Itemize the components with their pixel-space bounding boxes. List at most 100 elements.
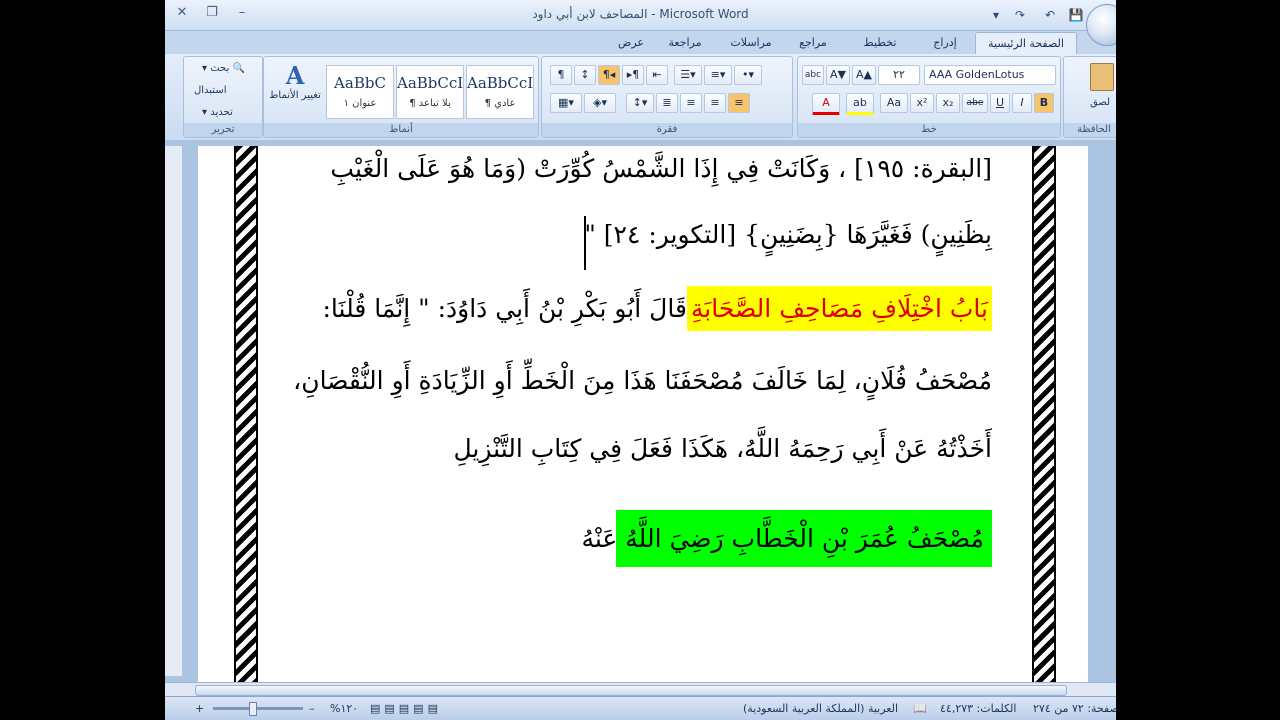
qat-dropdown-icon[interactable]: ▾ — [987, 6, 1005, 24]
style-heading1[interactable]: AaBbC عنوان ١ — [326, 65, 394, 119]
undo-icon[interactable]: ↶ — [1041, 6, 1059, 24]
style-no-spacing[interactable]: AaBbCcI ¶ بلا تباعد — [396, 65, 464, 119]
style-no-spacing-sample: AaBbCcI — [397, 74, 464, 92]
styles-group: A تغيير الأنماط AaBbC عنوان ١ AaBbCcI ¶ … — [263, 56, 539, 138]
zoom-level[interactable]: %١٢٠ — [330, 702, 358, 715]
paste-button[interactable]: لصق — [1090, 97, 1110, 108]
find-label: بحث — [210, 63, 230, 74]
borders-button[interactable]: ▦▾ — [550, 93, 582, 113]
change-case-button[interactable]: Aa — [880, 93, 908, 113]
justify-button[interactable]: ≣ — [656, 93, 678, 113]
word-count[interactable]: الكلمات: ٤٤,٢٧٣ — [940, 702, 1016, 715]
doc-line-4[interactable]: مُصْحَفُ فُلَانٍ، لِمَا خَالَفَ مُصْحَفَ… — [293, 366, 992, 395]
grow-font-button[interactable]: A▲ — [852, 65, 876, 85]
style-heading1-name: عنوان ١ — [343, 98, 377, 109]
horizontal-scroll-thumb[interactable] — [195, 685, 1067, 696]
change-styles-label: تغيير الأنماط — [269, 90, 321, 101]
tab-view[interactable]: عرض — [611, 32, 651, 54]
paste-icon[interactable] — [1090, 63, 1114, 91]
numbering-button[interactable]: ≡▾ — [704, 65, 732, 85]
font-color-button[interactable]: A — [812, 93, 840, 115]
font-group-label: خط — [798, 123, 1060, 137]
styles-group-label: أنماط — [264, 123, 538, 137]
word-window: ✕ ❐ – المصاحف لابن أبي داود - Microsoft … — [165, 0, 1116, 720]
highlight-button[interactable]: ab — [846, 93, 874, 115]
page-number[interactable]: صفحة: ٧٢ من ٢٧٤ — [1033, 702, 1116, 715]
style-heading1-sample: AaBbC — [334, 74, 386, 92]
font-group: AAA GoldenLotus ٢٢ A▲ A▼ abc B I U abe x… — [797, 56, 1061, 138]
editing-group: ▾ بحث 🔍 استبدال ▾ تحديد تحرير — [183, 56, 263, 138]
section-heading-highlight: مُصْحَفُ عُمَرَ بْنِ الْخَطَّابِ رَضِيَ … — [581, 510, 992, 567]
change-styles-icon: A — [285, 61, 305, 90]
replace-button[interactable]: استبدال — [194, 85, 227, 96]
rtl-button[interactable]: ¶◂ — [598, 65, 620, 85]
font-name-select[interactable]: AAA GoldenLotus — [924, 65, 1056, 85]
select-button[interactable]: ▾ تحديد — [202, 107, 233, 118]
clipboard-group-label: الحافظة — [1064, 123, 1116, 137]
doc-line-1[interactable]: [البقرة: ١٩٥] ، وَكَانَتْ فِي إِذَا الشَ… — [330, 154, 992, 183]
multilevel-list-button[interactable]: ☰▾ — [674, 65, 702, 85]
paragraph-group: ¶ ↕ ¶◂ ▸¶ ⇤ ☰▾ ≡▾ •▾ ▦▾ ◈▾ ↕▾ ≣ ≡ ≡ ≡ فق… — [541, 56, 793, 138]
doc-line-3[interactable]: بَابُ اخْتِلَافِ مَصَاحِفِ الصَّحَابَةِق… — [322, 286, 992, 331]
shrink-font-button[interactable]: A▼ — [826, 65, 850, 85]
save-icon[interactable]: 💾 — [1067, 6, 1085, 24]
select-label: تحديد — [210, 107, 233, 118]
document-page[interactable]: [البقرة: ١٩٥] ، وَكَانَتْ فِي إِذَا الشَ… — [198, 146, 1088, 686]
decrease-indent-button[interactable]: ⇤ — [646, 65, 668, 85]
zoom-slider[interactable] — [213, 707, 303, 710]
vertical-ruler — [165, 146, 183, 676]
zoom-slider-thumb[interactable] — [249, 702, 257, 716]
doc-line-2-text: بِظَنِينٍ) فَغَيَّرَهَا {بِضَنِينٍ} [الت… — [584, 220, 992, 249]
find-button[interactable]: ▾ بحث 🔍 — [202, 63, 245, 74]
ribbon: ▾ بحث 🔍 استبدال ▾ تحديد تحرير A تغيير ال… — [165, 54, 1116, 141]
text-cursor — [584, 216, 586, 270]
tab-home[interactable]: الصفحة الرئيسية — [975, 32, 1077, 55]
subscript-button[interactable]: x₂ — [936, 93, 960, 113]
paragraph-mark-button[interactable]: ¶ — [550, 65, 572, 85]
document-area: [البقرة: ١٩٥] ، وَكَانَتْ فِي إِذَا الشَ… — [165, 140, 1116, 686]
tab-insert[interactable]: إدراج — [925, 32, 965, 54]
align-right-button[interactable]: ≡ — [728, 93, 750, 113]
ribbon-tabs: عرض مراجعة مراسلات مراجع تخطيط الصفحة إد… — [165, 30, 1116, 71]
style-normal-name: ¶ عادي — [484, 98, 516, 109]
ltr-button[interactable]: ▸¶ — [622, 65, 644, 85]
bullets-button[interactable]: •▾ — [734, 65, 762, 85]
italic-button[interactable]: I — [1012, 93, 1032, 113]
change-styles-button[interactable]: A تغيير الأنماط — [266, 61, 324, 119]
underline-button[interactable]: U — [990, 93, 1010, 113]
tab-page-layout[interactable]: تخطيط الصفحة — [845, 32, 915, 71]
window-title: المصاحف لابن أبي داود - Microsoft Word — [532, 7, 749, 21]
sort-button[interactable]: ↕ — [574, 65, 596, 85]
style-normal[interactable]: AaBbCcI ¶ عادي — [466, 65, 534, 119]
bold-button[interactable]: B — [1034, 93, 1054, 113]
redo-icon[interactable]: ↷ — [1011, 6, 1029, 24]
page-border-right — [1032, 146, 1056, 686]
doc-line-5[interactable]: أَخَذْتُهُ عَنْ أَبِي رَحِمَهُ اللَّهُ، … — [453, 434, 992, 463]
chapter-heading-highlight: بَابُ اخْتِلَافِ مَصَاحِفِ الصَّحَابَةِ — [686, 286, 992, 331]
paragraph-group-label: فقرة — [542, 123, 792, 137]
superscript-button[interactable]: x² — [910, 93, 934, 113]
font-size-select[interactable]: ٢٢ — [878, 65, 920, 85]
view-buttons[interactable]: ▤▤▤▤▤ — [370, 702, 442, 715]
tab-mailings[interactable]: مراسلات — [721, 32, 781, 54]
strikethrough-button[interactable]: abe — [962, 93, 988, 113]
proofing-icon[interactable]: 📖 — [913, 702, 927, 715]
shading-button[interactable]: ◈▾ — [584, 93, 616, 113]
tab-references[interactable]: مراجع — [791, 32, 835, 54]
style-no-spacing-name: ¶ بلا تباعد — [409, 98, 451, 109]
zoom-in-button[interactable]: + — [195, 702, 204, 715]
language-indicator[interactable]: العربية (المملكة العربية السعودية) — [743, 702, 898, 715]
center-button[interactable]: ≡ — [704, 93, 726, 113]
page-border-left — [234, 146, 258, 686]
align-left-button[interactable]: ≡ — [680, 93, 702, 113]
clear-format-button[interactable]: abc — [802, 65, 824, 85]
doc-line-6[interactable]: مُصْحَفُ عُمَرَ بْنِ الْخَطَّابِ رَضِيَ … — [581, 510, 992, 567]
style-normal-sample: AaBbCcI — [467, 74, 534, 92]
line-spacing-button[interactable]: ↕▾ — [626, 93, 654, 113]
editing-group-label: تحرير — [184, 123, 262, 137]
horizontal-scrollbar[interactable] — [165, 682, 1116, 697]
title-bar: ✕ ❐ – المصاحف لابن أبي داود - Microsoft … — [165, 0, 1116, 46]
doc-line-2[interactable]: بِظَنِينٍ) فَغَيَّرَهَا {بِضَنِينٍ} [الت… — [584, 220, 992, 249]
tab-review[interactable]: مراجعة — [659, 32, 711, 54]
zoom-out-button[interactable]: – — [309, 702, 315, 715]
